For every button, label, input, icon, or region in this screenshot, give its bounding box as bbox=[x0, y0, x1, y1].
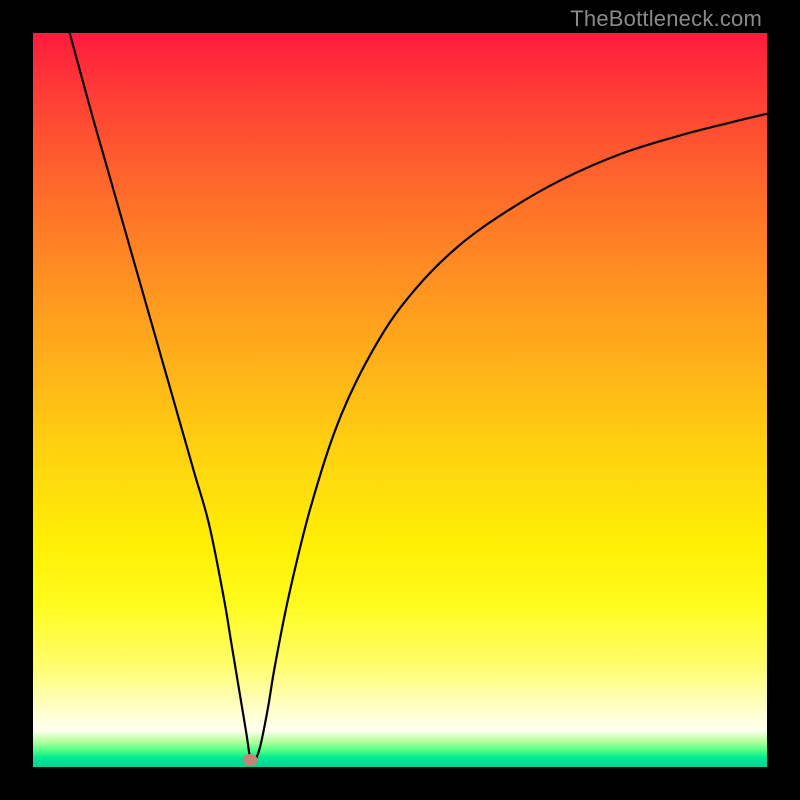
optimum-marker-dot bbox=[243, 754, 258, 766]
plot-area bbox=[33, 33, 767, 767]
bottleneck-curve bbox=[33, 33, 767, 767]
curve-path bbox=[70, 33, 767, 763]
watermark-label: TheBottleneck.com bbox=[570, 6, 762, 32]
chart-frame: TheBottleneck.com bbox=[0, 0, 800, 800]
